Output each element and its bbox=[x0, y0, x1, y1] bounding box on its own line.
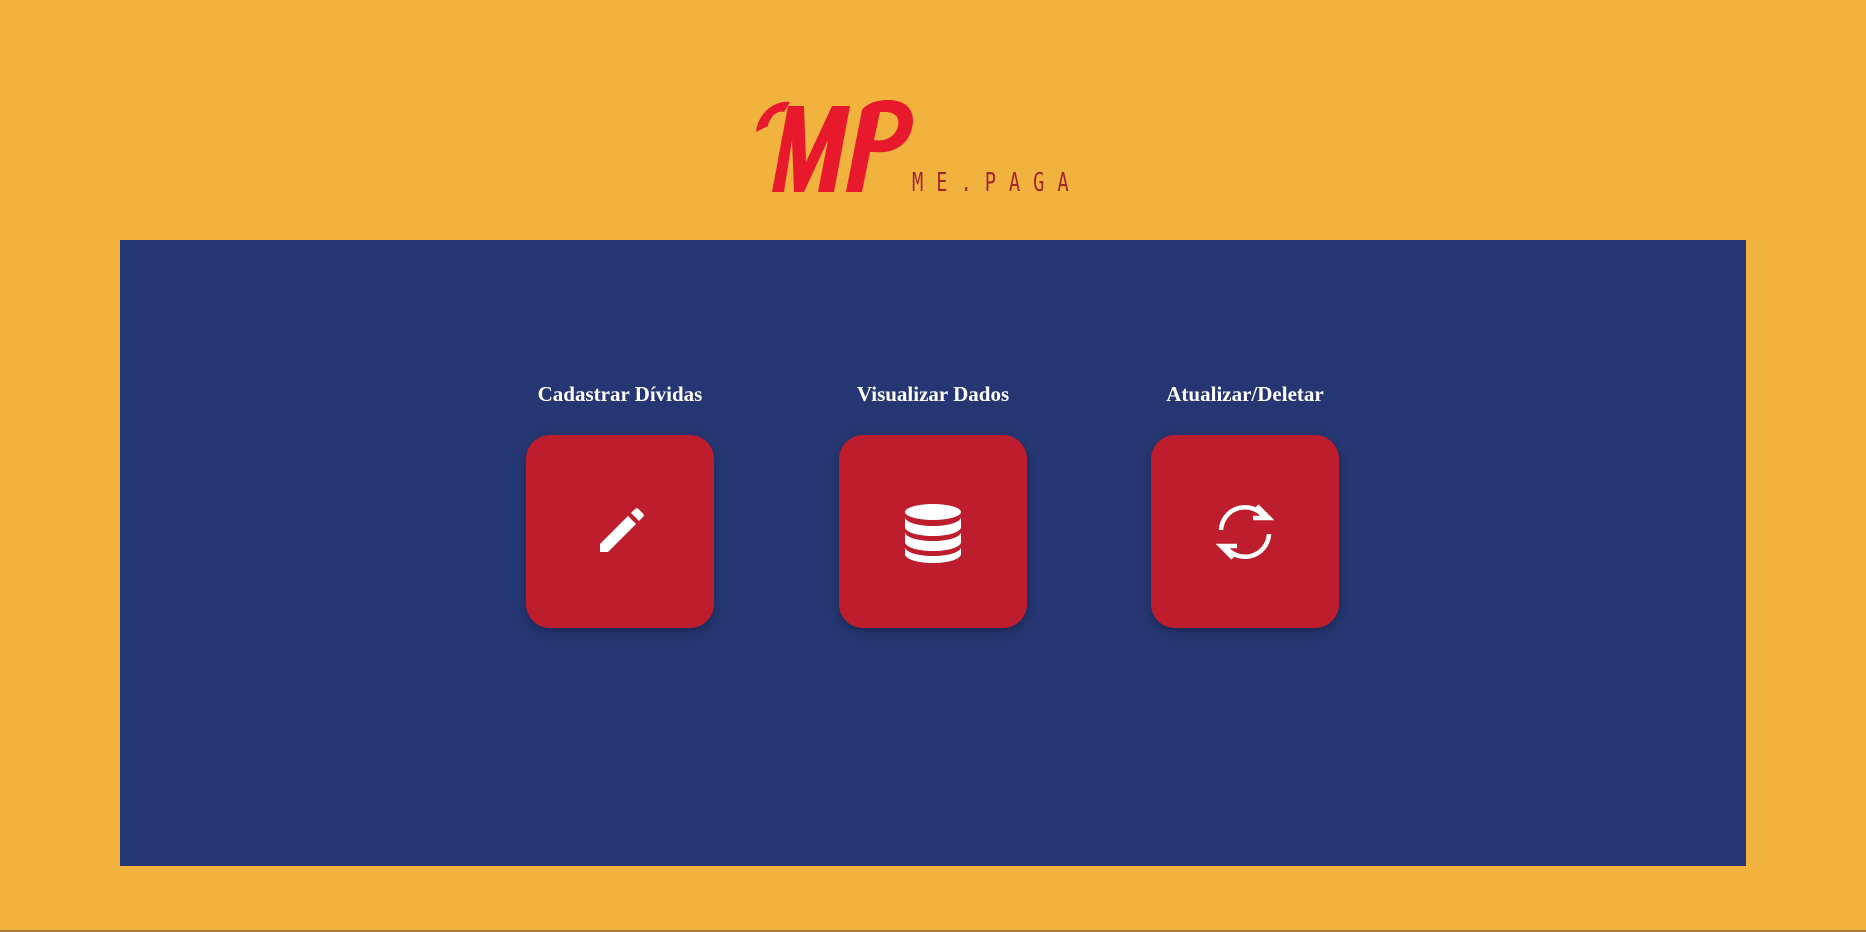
register-debts-button[interactable] bbox=[526, 435, 714, 628]
action-register-debts: Cadastrar Dívidas bbox=[526, 382, 714, 628]
update-delete-button[interactable] bbox=[1151, 435, 1339, 628]
pencil-icon bbox=[588, 500, 652, 564]
logo-monogram-icon bbox=[756, 100, 913, 192]
database-icon bbox=[901, 500, 965, 564]
refresh-icon bbox=[1213, 500, 1277, 564]
view-data-button[interactable] bbox=[839, 435, 1027, 628]
logo-tagline: ME.PAGA bbox=[912, 168, 1082, 198]
action-update-delete: Atualizar/Deletar bbox=[1151, 382, 1339, 628]
view-data-label: Visualizar Dados bbox=[856, 382, 1010, 406]
brand-logo[interactable]: ME.PAGA bbox=[748, 92, 1148, 204]
update-delete-label: Atualizar/Deletar bbox=[1166, 382, 1324, 406]
action-view-data: Visualizar Dados bbox=[839, 382, 1027, 628]
register-debts-label: Cadastrar Dívidas bbox=[537, 382, 703, 406]
main-panel: Cadastrar Dívidas Visualizar Dados Atual… bbox=[120, 240, 1746, 866]
header: ME.PAGA bbox=[0, 0, 1866, 240]
